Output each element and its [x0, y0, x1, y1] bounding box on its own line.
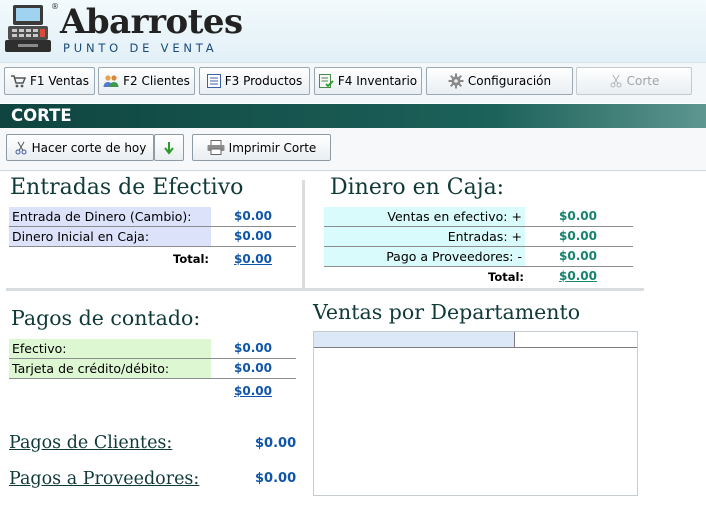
ventas-label: F1 Ventas	[30, 74, 89, 88]
caja-row-sign: +	[511, 209, 522, 224]
users-icon	[103, 75, 119, 87]
registered-mark: ®	[51, 2, 59, 11]
contado-row-value: $0.00	[234, 361, 272, 375]
caja-row-label: Entradas: +	[324, 227, 525, 246]
column-divider	[302, 180, 305, 288]
pagos-clientes-value: $0.00	[255, 436, 297, 451]
clientes-label: F2 Clientes	[123, 74, 190, 88]
scissors-icon	[15, 141, 27, 154]
grid-header-cell	[314, 332, 514, 347]
contado-row-label: Efectivo:	[9, 339, 211, 358]
cash-register-icon	[5, 5, 51, 52]
grid-column-divider	[514, 332, 515, 347]
entradas-row-value: $0.00	[234, 229, 272, 243]
gear-icon	[448, 73, 464, 89]
row-divider	[9, 378, 296, 379]
caja-total-value: $0.00	[559, 269, 597, 283]
entradas-heading: Entradas de Efectivo	[10, 175, 244, 200]
hacer-corte-button[interactable]: Hacer corte de hoy	[6, 134, 154, 161]
section-divider	[6, 288, 644, 291]
entradas-total-value: $0.00	[234, 252, 272, 266]
brand-title: Abarrotes	[60, 2, 243, 42]
contado-total-value: $0.00	[234, 384, 272, 398]
pagos-clientes-link[interactable]: Pagos de Clientes:	[9, 433, 172, 453]
caja-row-value: $0.00	[559, 209, 597, 223]
caja-row-text: Entradas:	[447, 229, 508, 244]
scissors-icon	[610, 74, 622, 88]
row-divider	[9, 246, 296, 247]
entradas-row-label: Entrada de Dinero (Cambio):	[9, 207, 211, 226]
caja-heading: Dinero en Caja:	[330, 175, 505, 200]
ventas-button[interactable]: F1 Ventas	[4, 67, 95, 95]
productos-label: F3 Productos	[224, 74, 303, 88]
contado-row-value: $0.00	[234, 341, 272, 355]
corte-button[interactable]: Corte	[576, 67, 692, 95]
printer-icon	[207, 140, 225, 155]
caja-row-label: Ventas en efectivo: +	[324, 207, 525, 226]
inventario-button[interactable]: F4 Inventario	[314, 67, 422, 95]
arrow-down-icon	[164, 141, 174, 155]
caja-row-text: Ventas en efectivo:	[387, 209, 508, 224]
caja-row-text: Pago a Proveedores:	[386, 249, 514, 264]
brand-subtitle: PUNTO DE VENTA	[63, 41, 218, 55]
hacer-corte-label: Hacer corte de hoy	[31, 140, 147, 155]
app-header: ® Abarrotes PUNTO DE VENTA	[0, 0, 706, 62]
main-toolbar: F1 Ventas F2 Clientes F3 Productos F4 In…	[0, 62, 706, 103]
departamento-grid	[313, 331, 638, 496]
section-title-bar: CORTE	[0, 104, 706, 128]
products-list-icon	[206, 74, 221, 88]
caja-total-label: Total:	[488, 270, 525, 284]
corte-action-bar: Hacer corte de hoy Imprimir Corte	[0, 128, 706, 171]
pagos-proveedores-value: $0.00	[255, 471, 297, 486]
pagos-proveedores-link[interactable]: Pagos a Proveedores:	[9, 469, 199, 489]
entradas-row-value: $0.00	[234, 209, 272, 223]
clientes-button[interactable]: F2 Clientes	[98, 67, 195, 95]
cart-icon	[11, 75, 27, 88]
departamento-heading: Ventas por Departamento	[313, 300, 581, 324]
corte-dropdown-button[interactable]	[154, 134, 184, 161]
productos-button[interactable]: F3 Productos	[199, 67, 310, 95]
entradas-row-label: Dinero Inicial en Caja:	[9, 227, 211, 246]
grid-header-divider	[314, 347, 637, 348]
caja-row-sign: +	[511, 229, 522, 244]
caja-row-value: $0.00	[559, 229, 597, 243]
section-title: CORTE	[11, 106, 72, 125]
corte-label: Corte	[626, 74, 660, 88]
contado-row-label: Tarjeta de crédito/débito:	[9, 359, 211, 378]
imprimir-corte-label: Imprimir Corte	[228, 140, 317, 155]
configuracion-button[interactable]: Configuración	[426, 67, 573, 95]
inventario-label: F4 Inventario	[337, 74, 418, 88]
imprimir-corte-button[interactable]: Imprimir Corte	[192, 134, 331, 161]
caja-row-sign: -	[517, 249, 522, 264]
caja-row-label: Pago a Proveedores: -	[324, 247, 525, 266]
inventory-icon	[318, 74, 334, 88]
caja-row-value: $0.00	[559, 249, 597, 263]
configuracion-label: Configuración	[467, 74, 552, 88]
entradas-total-label: Total:	[173, 252, 210, 266]
contado-heading: Pagos de contado:	[11, 306, 201, 330]
